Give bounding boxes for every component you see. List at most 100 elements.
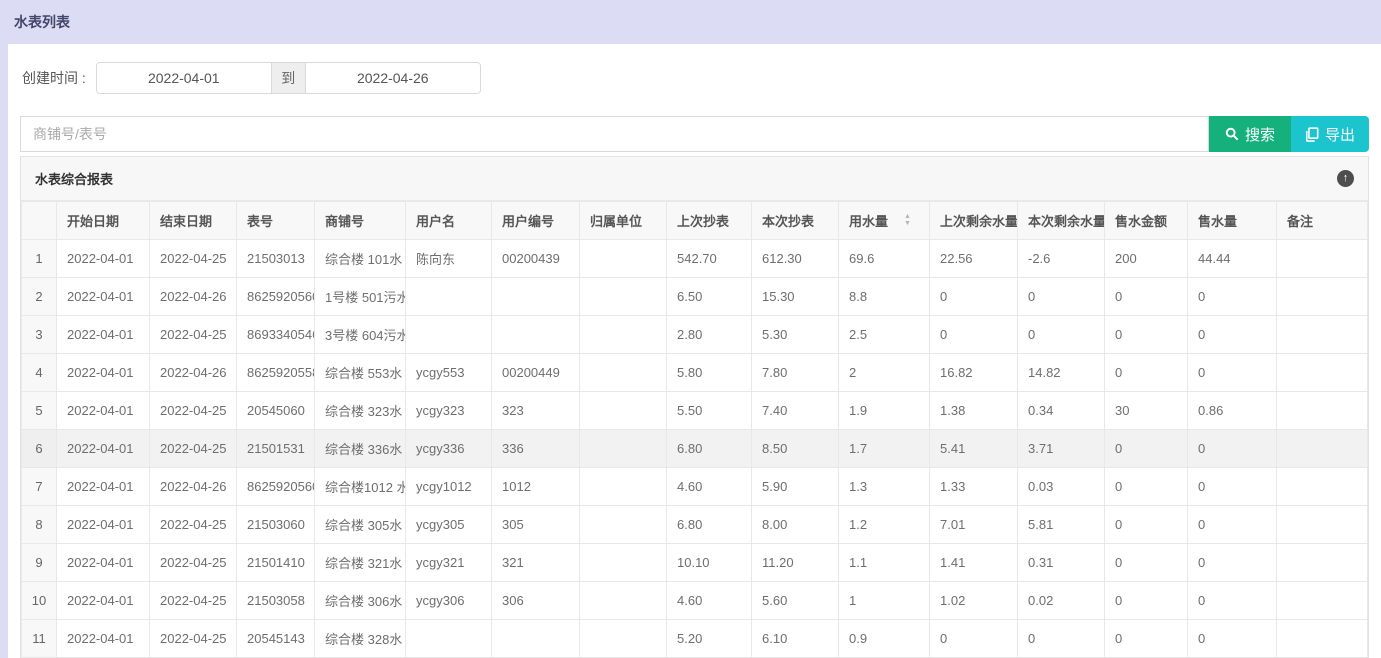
cell-current_remaining: 5.81: [1018, 506, 1105, 544]
cell-meter_no: 21503058: [237, 582, 315, 620]
cell-unit: [580, 468, 667, 506]
cell-index: 1: [22, 240, 57, 278]
search-row: 搜索 导出: [20, 116, 1369, 152]
cell-usage: 2: [839, 354, 930, 392]
cell-sale_volume: 0: [1188, 354, 1277, 392]
report-card: 水表综合报表 ↑ 开始日期结束日期表号商铺号用户名用户编号归属单位上次抄表本次抄…: [20, 156, 1369, 658]
cell-meter_no: 8625920560: [237, 468, 315, 506]
cell-sale_amount: 0: [1105, 316, 1188, 354]
cell-last_remaining: 0: [930, 316, 1018, 354]
cell-remark: [1277, 620, 1368, 658]
cell-sale_volume: 0: [1188, 582, 1277, 620]
date-to-input[interactable]: [306, 63, 480, 93]
cell-current_remaining: 0.34: [1018, 392, 1105, 430]
table-row[interactable]: 72022-04-012022-04-268625920560综合楼1012 水…: [22, 468, 1368, 506]
column-header-user_no: 用户编号: [492, 202, 580, 240]
cell-unit: [580, 240, 667, 278]
table-row[interactable]: 42022-04-012022-04-268625920558综合楼 553水y…: [22, 354, 1368, 392]
table-row[interactable]: 32022-04-012022-04-2586933405463号楼 604污水…: [22, 316, 1368, 354]
cell-current_reading: 15.30: [752, 278, 839, 316]
cell-end_date: 2022-04-26: [150, 278, 237, 316]
cell-sale_volume: 0: [1188, 278, 1277, 316]
cell-unit: [580, 582, 667, 620]
search-button[interactable]: 搜索: [1209, 116, 1291, 152]
cell-meter_no: 8625920558: [237, 354, 315, 392]
cell-sale_volume: 0: [1188, 316, 1277, 354]
cell-sale_amount: 0: [1105, 354, 1188, 392]
sort-icon[interactable]: ▲▼: [904, 214, 911, 227]
cell-last_remaining: 7.01: [930, 506, 1018, 544]
cell-user_no: 306: [492, 582, 580, 620]
cell-end_date: 2022-04-26: [150, 354, 237, 392]
cell-index: 10: [22, 582, 57, 620]
cell-sale_volume: 0: [1188, 506, 1277, 544]
page-title: 水表列表: [14, 12, 70, 32]
column-header-sale_amount: 售水金额: [1105, 202, 1188, 240]
export-button[interactable]: 导出: [1291, 116, 1369, 152]
cell-unit: [580, 354, 667, 392]
table-row[interactable]: 22022-04-012022-04-2686259205601号楼 501污水…: [22, 278, 1368, 316]
cell-current_reading: 5.30: [752, 316, 839, 354]
cell-shop_no: 综合楼 553水: [315, 354, 406, 392]
cell-user_no: [492, 620, 580, 658]
cell-sale_amount: 0: [1105, 506, 1188, 544]
cell-meter_no: 21501531: [237, 430, 315, 468]
cell-last_reading: 6.80: [667, 506, 752, 544]
cell-user_name: ycgy323: [406, 392, 492, 430]
cell-remark: [1277, 544, 1368, 582]
cell-user_name: ycgy306: [406, 582, 492, 620]
cell-current_reading: 5.90: [752, 468, 839, 506]
table-row[interactable]: 52022-04-012022-04-2520545060综合楼 323水ycg…: [22, 392, 1368, 430]
column-header-last_reading: 上次抄表: [667, 202, 752, 240]
cell-last_reading: 2.80: [667, 316, 752, 354]
column-header-end_date: 结束日期: [150, 202, 237, 240]
cell-shop_no: 综合楼 336水: [315, 430, 406, 468]
cell-unit: [580, 316, 667, 354]
column-header-current_reading: 本次抄表: [752, 202, 839, 240]
cell-user_name: [406, 620, 492, 658]
cell-user_name: [406, 278, 492, 316]
cell-end_date: 2022-04-25: [150, 620, 237, 658]
table-row[interactable]: 102022-04-012022-04-2521503058综合楼 306水yc…: [22, 582, 1368, 620]
table-row[interactable]: 92022-04-012022-04-2521501410综合楼 321水ycg…: [22, 544, 1368, 582]
up-arrow-icon[interactable]: ↑: [1337, 170, 1354, 187]
search-input[interactable]: [20, 116, 1209, 152]
created-time-label: 创建时间 :: [22, 68, 86, 88]
table-row[interactable]: 82022-04-012022-04-2521503060综合楼 305水ycg…: [22, 506, 1368, 544]
cell-start_date: 2022-04-01: [57, 620, 150, 658]
cell-meter_no: 21501410: [237, 544, 315, 582]
cell-last_remaining: 1.41: [930, 544, 1018, 582]
date-from-input[interactable]: [97, 63, 271, 93]
cell-remark: [1277, 506, 1368, 544]
cell-last_reading: 5.20: [667, 620, 752, 658]
cell-end_date: 2022-04-25: [150, 316, 237, 354]
cell-remark: [1277, 392, 1368, 430]
cell-meter_no: 8693340546: [237, 316, 315, 354]
table-row[interactable]: 62022-04-012022-04-2521501531综合楼 336水ycg…: [22, 430, 1368, 468]
cell-end_date: 2022-04-25: [150, 430, 237, 468]
page-title-bar: 水表列表: [0, 0, 1381, 44]
report-card-header: 水表综合报表 ↑: [21, 157, 1368, 201]
cell-remark: [1277, 240, 1368, 278]
table-row[interactable]: 112022-04-012022-04-2520545143综合楼 328水5.…: [22, 620, 1368, 658]
cell-usage: 1.2: [839, 506, 930, 544]
column-header-index: [22, 202, 57, 240]
cell-current_reading: 8.50: [752, 430, 839, 468]
column-header-current_remaining: 本次剩余水量: [1018, 202, 1105, 240]
sort-desc-icon[interactable]: ▼: [904, 221, 911, 227]
cell-shop_no: 综合楼 323水: [315, 392, 406, 430]
table-row[interactable]: 12022-04-012022-04-2521503013综合楼 101水陈向东…: [22, 240, 1368, 278]
column-header-usage[interactable]: 用水量▲▼: [839, 202, 930, 240]
cell-remark: [1277, 430, 1368, 468]
cell-last_reading: 6.50: [667, 278, 752, 316]
cell-end_date: 2022-04-25: [150, 392, 237, 430]
cell-last_reading: 10.10: [667, 544, 752, 582]
cell-start_date: 2022-04-01: [57, 278, 150, 316]
cell-user_name: ycgy305: [406, 506, 492, 544]
cell-shop_no: 综合楼 328水: [315, 620, 406, 658]
report-table-body: 12022-04-012022-04-2521503013综合楼 101水陈向东…: [22, 240, 1368, 658]
cell-unit: [580, 620, 667, 658]
cell-meter_no: 20545143: [237, 620, 315, 658]
cell-usage: 2.5: [839, 316, 930, 354]
cell-end_date: 2022-04-25: [150, 506, 237, 544]
